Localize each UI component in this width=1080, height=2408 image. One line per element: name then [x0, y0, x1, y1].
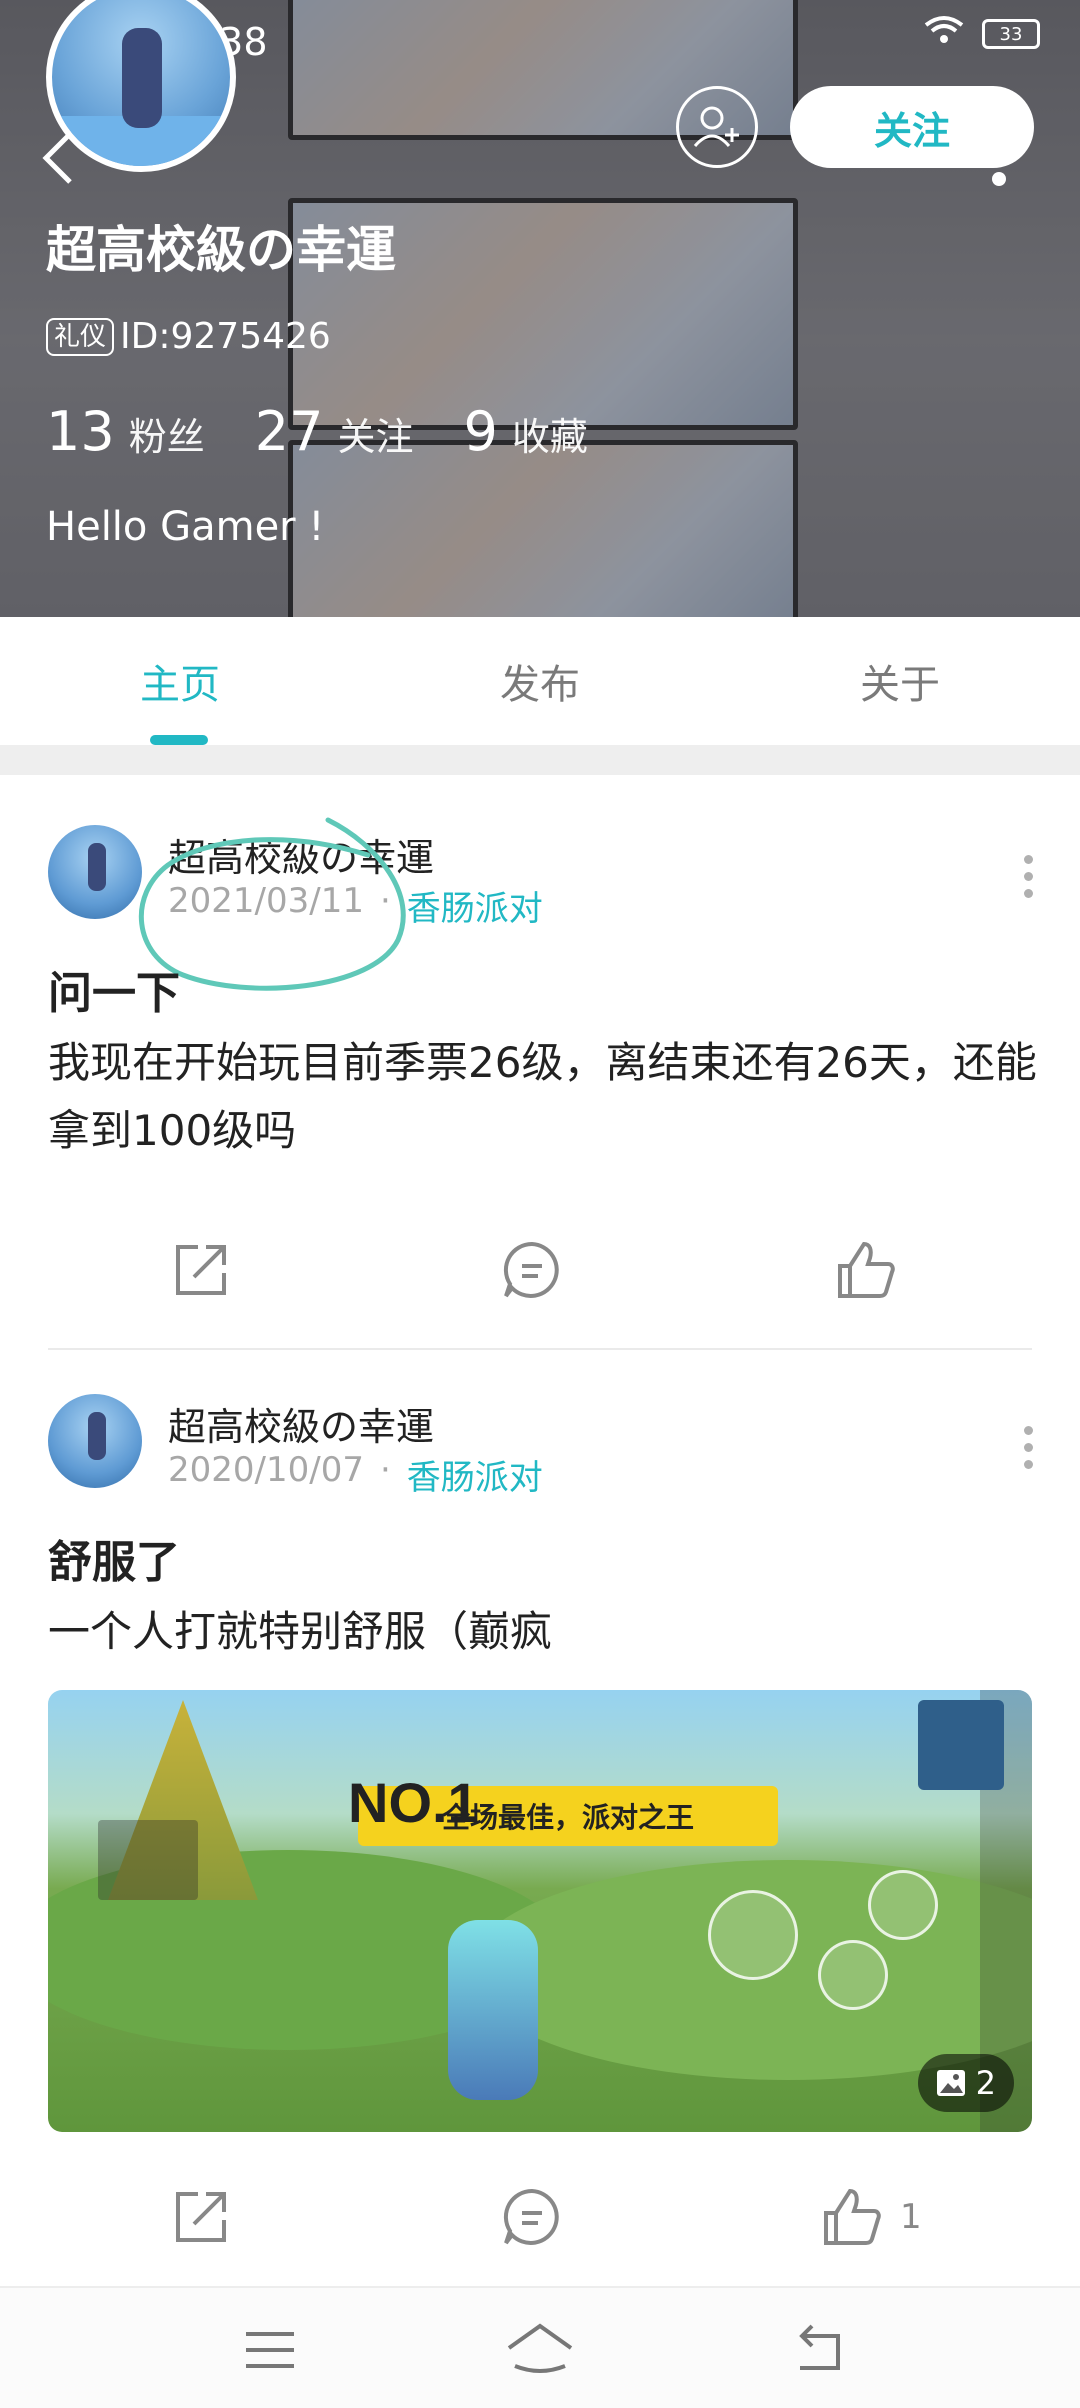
section-gap — [0, 745, 1080, 775]
return-icon — [799, 2324, 840, 2370]
share-icon — [176, 2192, 226, 2242]
post-card[interactable]: 超高校級の幸運 2021/03/11 · 香肠派对 问一下 我现在开始玩目前季票… — [0, 775, 1080, 1350]
back-icon — [42, 132, 72, 184]
post-author[interactable]: 超高校級の幸運 — [168, 1396, 434, 1451]
share-button[interactable] — [170, 1225, 232, 1315]
game-aim-button — [708, 1890, 798, 1980]
post-title: 舒服了 — [48, 1537, 180, 1588]
comment-button[interactable] — [500, 2172, 564, 2262]
comment-icon — [503, 2188, 559, 2245]
follow-button[interactable]: 关注 — [790, 86, 1034, 168]
image-icon — [936, 2070, 965, 2096]
stat-following[interactable]: 27 关注 — [255, 400, 414, 463]
image-count-badge: 2 — [917, 2054, 1014, 2112]
post-date: 2020/10/07 — [168, 1450, 364, 1490]
post-more-menu[interactable] — [1024, 1426, 1034, 1469]
profile-bio: Hello Gamer ! — [46, 504, 325, 550]
home-button[interactable] — [505, 2318, 573, 2382]
profile-id: ID:9275426 — [120, 316, 331, 357]
profile-header: 5G 16:38 33 关注 超高校級の幸運 礼仪 ID:9275426 13 … — [0, 0, 1080, 617]
like-count: 1 — [900, 2197, 922, 2237]
status-right: 33 — [924, 14, 1040, 54]
menu-icon — [246, 2332, 294, 2368]
post-more-menu[interactable] — [1024, 855, 1034, 898]
menu-button[interactable] — [238, 2318, 302, 2382]
share-button[interactable] — [170, 2172, 232, 2262]
more-options-dot[interactable] — [992, 172, 1006, 186]
game-action-button — [868, 1870, 938, 1940]
return-button[interactable] — [790, 2318, 854, 2382]
like-button[interactable]: 1 — [820, 2172, 922, 2262]
game-hud-panel — [98, 1820, 198, 1900]
post-card[interactable]: 超高校級の幸運 2020/10/07 · 香肠派对 舒服了 一个人打就特别舒服（… — [0, 1350, 1080, 2286]
tab-indicator — [150, 735, 208, 745]
like-icon — [838, 1241, 895, 1298]
home-icon — [507, 2323, 573, 2373]
author-avatar[interactable] — [48, 1394, 142, 1488]
post-body: 我现在开始玩目前季票26级，离结束还有26天，还能拿到100级吗 — [48, 1038, 1037, 1155]
post-actions: 1 — [0, 2172, 1080, 2262]
post-body: 一个人打就特别舒服（巅疯 — [48, 1607, 553, 1656]
game-action-button — [818, 1940, 888, 2010]
back-button[interactable] — [40, 130, 90, 200]
like-button[interactable] — [834, 1225, 914, 1315]
tab-home[interactable]: 主页 — [0, 617, 360, 745]
share-icon — [176, 1245, 226, 1295]
meta-separator: · — [379, 1450, 391, 1490]
comment-icon — [503, 1241, 559, 1298]
battery-indicator: 33 — [982, 19, 1040, 49]
profile-name: 超高校級の幸運 — [46, 221, 396, 279]
tab-posts[interactable]: 发布 — [360, 617, 720, 745]
post-title: 问一下 — [48, 968, 180, 1019]
add-friend-icon — [693, 106, 739, 148]
profile-tabs: 主页 发布 关于 — [0, 617, 1080, 745]
profile-stats: 13 粉丝 27 关注 9 收藏 — [46, 400, 588, 463]
post-category[interactable]: 香肠派对 — [407, 1450, 543, 1499]
post-meta: 2020/10/07 · 香肠派对 — [168, 1450, 543, 1499]
post-image[interactable]: 全场最佳，派对之王 NO.1 2 — [48, 1690, 1032, 2132]
system-nav-bar — [0, 2286, 1080, 2408]
tab-about[interactable]: 关于 — [720, 617, 1080, 745]
game-minimap — [918, 1700, 1004, 1790]
badge-tag: 礼仪 — [46, 317, 115, 356]
wifi-icon — [924, 14, 964, 54]
game-rank: NO.1 — [348, 1771, 479, 1834]
stat-followers[interactable]: 13 粉丝 — [46, 400, 205, 463]
profile-id-line: 礼仪 ID:9275426 — [46, 316, 331, 357]
post-actions — [0, 1225, 1080, 1315]
comment-button[interactable] — [500, 1225, 564, 1315]
add-friend-button[interactable] — [676, 86, 758, 168]
stat-favorites[interactable]: 9 收藏 — [463, 400, 587, 463]
like-icon — [824, 2188, 881, 2245]
game-character — [448, 1920, 538, 2100]
